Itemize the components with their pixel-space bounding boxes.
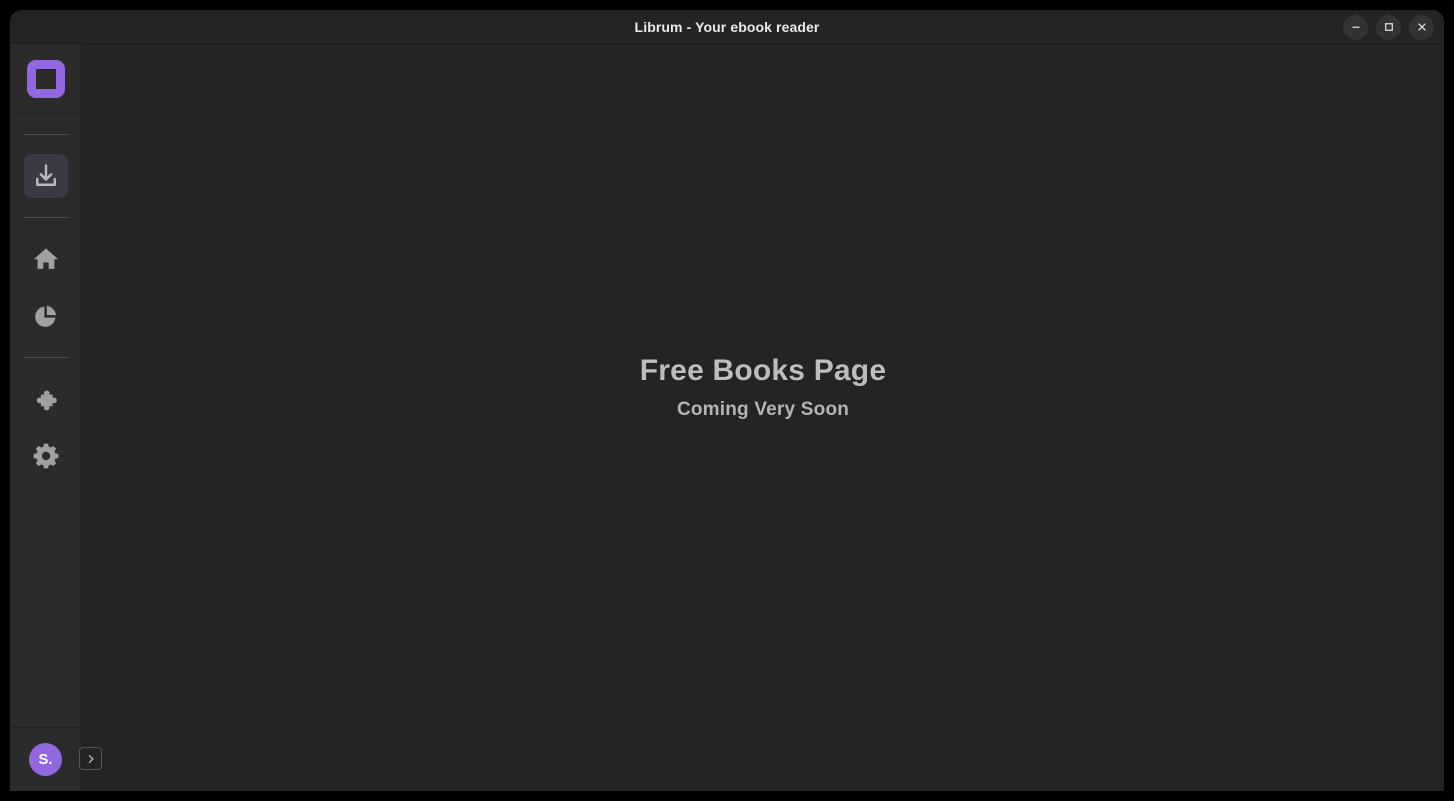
- sidebar-nav: [10, 114, 81, 727]
- sidebar-item-settings[interactable]: [24, 434, 68, 478]
- minimize-icon: [1352, 26, 1359, 28]
- download-icon: [35, 164, 56, 186]
- avatar[interactable]: S.: [29, 743, 62, 776]
- page-title: Free Books Page: [639, 354, 887, 387]
- sidebar-expand-button[interactable]: [79, 747, 102, 770]
- page-subtitle: Coming Very Soon: [676, 399, 850, 420]
- sidebar-item-statistics[interactable]: [24, 294, 68, 338]
- sidebar-item-add-ons[interactable]: [24, 377, 68, 421]
- sidebar-item-free-books[interactable]: [23, 154, 68, 198]
- chevron-right-icon: [88, 754, 94, 763]
- pie-chart-icon: [35, 305, 57, 327]
- sidebar-divider: [22, 357, 69, 358]
- sidebar-divider: [22, 134, 69, 135]
- librum-logo-icon: [26, 59, 65, 98]
- app-logo[interactable]: [10, 44, 81, 114]
- minimize-button[interactable]: [1343, 14, 1368, 40]
- app-window: Librum - Your ebook reader S. Free Books…: [10, 10, 1444, 791]
- gear-icon: [33, 443, 58, 469]
- window-title: Librum - Your ebook reader: [634, 18, 820, 35]
- maximize-icon: [1384, 23, 1393, 31]
- maximize-button[interactable]: [1376, 14, 1401, 40]
- titlebar: Librum - Your ebook reader: [10, 10, 1444, 44]
- window-body: S. Free Books Page Coming Very Soon: [10, 44, 1444, 791]
- home-icon: [33, 248, 58, 269]
- puzzle-piece-icon: [36, 390, 57, 411]
- close-button[interactable]: [1409, 14, 1434, 40]
- sidebar-divider: [22, 217, 69, 218]
- sidebar: S.: [10, 44, 102, 791]
- window-controls: [1343, 10, 1434, 44]
- main-content: Free Books Page Coming Very Soon: [82, 44, 1444, 791]
- sidebar-account-area: S.: [10, 727, 102, 791]
- sidebar-item-home[interactable]: [24, 237, 68, 281]
- close-icon: [1417, 23, 1426, 31]
